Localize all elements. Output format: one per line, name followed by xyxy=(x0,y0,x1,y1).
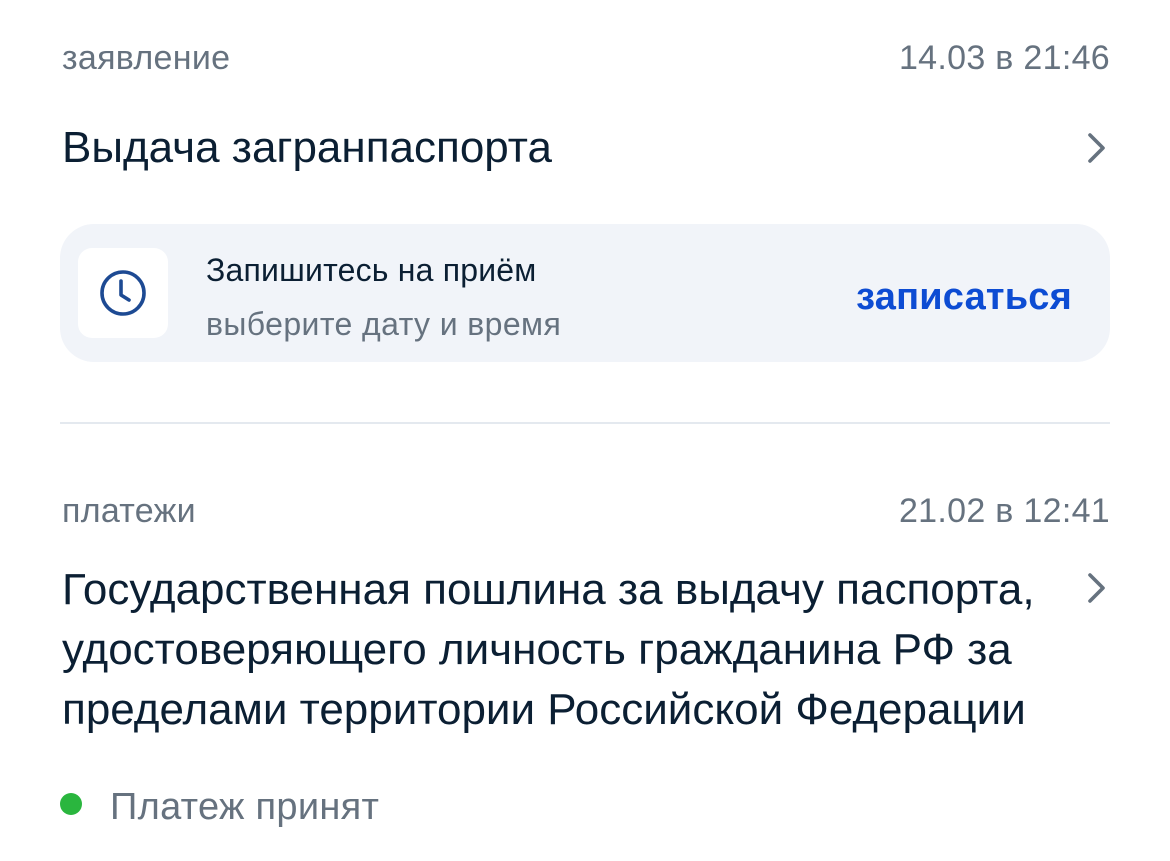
appointment-title: Запишитесь на приём xyxy=(206,252,537,288)
status-text: Платеж принят xyxy=(110,785,380,828)
status-dot-icon xyxy=(60,793,82,815)
clock-icon-tile xyxy=(78,248,168,338)
appointment-card[interactable]: Запишитесь на приём выберите дату и врем… xyxy=(60,224,1110,362)
feed-divider xyxy=(60,422,1110,424)
appointment-subtitle: выберите дату и время xyxy=(206,306,562,342)
item-title: Выдача загранпаспорта xyxy=(62,123,552,172)
item-title-link[interactable]: Выдача загранпаспорта xyxy=(62,120,1110,176)
item-meta-row: платежи 21.02 в 12:41 xyxy=(62,489,1110,533)
payment-status: Платеж принят xyxy=(60,782,379,832)
item-meta-row: заявление 14.03 в 21:46 xyxy=(62,36,1110,80)
chevron-right-icon xyxy=(1088,133,1105,163)
item-title-link[interactable]: Государственная пошлина за выдачу паспор… xyxy=(62,560,1110,740)
item-type-label: платежи xyxy=(62,491,196,530)
chevron-right-icon xyxy=(1088,573,1105,603)
book-appointment-button[interactable]: записаться xyxy=(856,274,1072,320)
item-date: 21.02 в 12:41 xyxy=(898,491,1110,530)
item-type-label: заявление xyxy=(62,38,231,77)
clock-icon xyxy=(100,270,146,316)
item-title: Государственная пошлина за выдачу паспор… xyxy=(62,565,1035,734)
item-date: 14.03 в 21:46 xyxy=(898,38,1110,77)
